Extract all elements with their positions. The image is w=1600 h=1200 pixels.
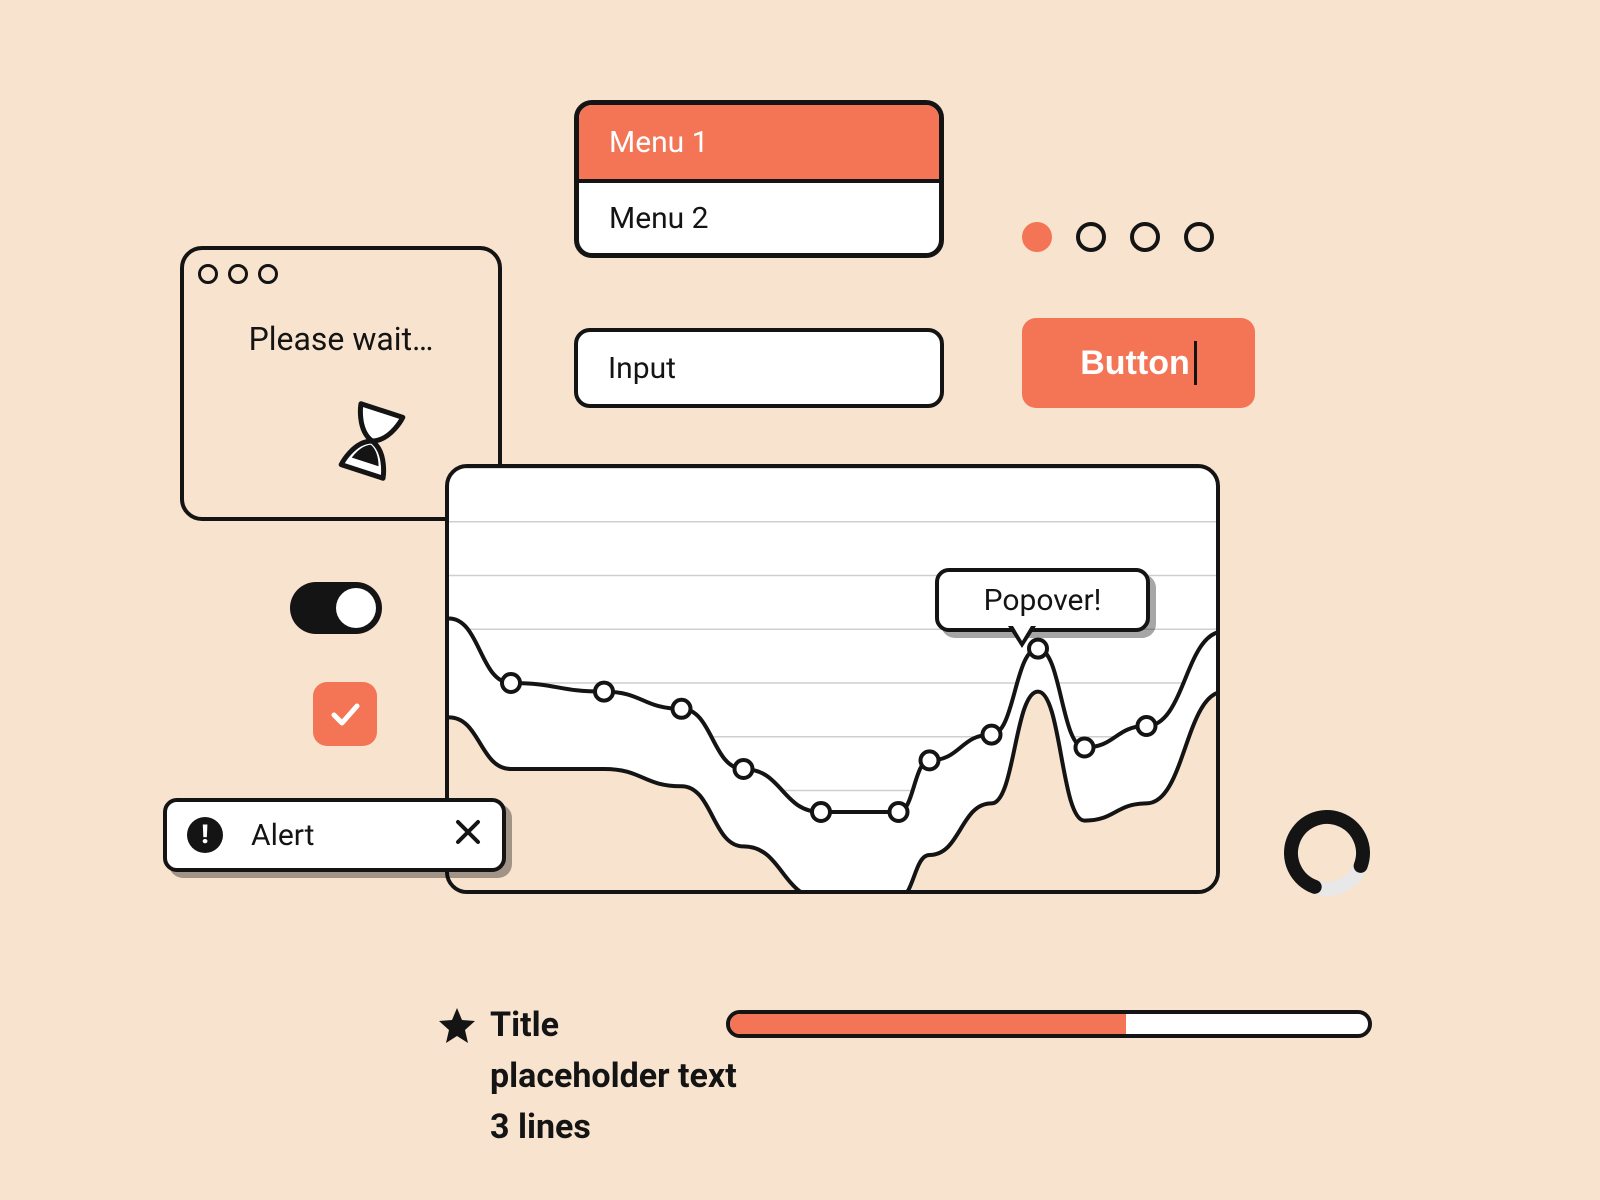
progress-fill: [730, 1014, 1126, 1034]
button-label: Button: [1080, 344, 1190, 383]
exclaim-icon: !: [187, 817, 223, 853]
toggle-switch[interactable]: [290, 582, 382, 634]
menu: Menu 1 Menu 2: [574, 100, 944, 258]
alert-banner: ! Alert: [163, 798, 506, 872]
ui-kit-stage: Please wait… Menu 1 Menu 2 Input Button …: [0, 0, 1600, 1200]
page-dot[interactable]: [1184, 222, 1214, 252]
text-cursor-icon: [1194, 341, 1197, 385]
hourglass-icon: [334, 398, 410, 484]
page-dot[interactable]: [1130, 222, 1160, 252]
area-chart: [449, 468, 1220, 894]
title-line: 3 lines: [490, 1102, 737, 1153]
check-icon: [327, 696, 363, 732]
wait-text: Please wait…: [184, 320, 498, 358]
traffic-light-icon[interactable]: [258, 264, 278, 284]
primary-button[interactable]: Button: [1022, 318, 1255, 408]
popover-text: Popover!: [984, 583, 1102, 618]
spinner-icon: [1282, 808, 1372, 898]
text-input[interactable]: Input: [574, 328, 944, 408]
close-icon[interactable]: [454, 818, 482, 852]
title-block: Title placeholder text 3 lines: [438, 1000, 737, 1153]
menu-item-1[interactable]: Menu 1: [579, 105, 939, 179]
title-line: Title: [490, 1000, 737, 1051]
page-dot[interactable]: [1022, 222, 1052, 252]
traffic-light-icon[interactable]: [198, 264, 218, 284]
page-dot[interactable]: [1076, 222, 1106, 252]
progress-bar: [726, 1010, 1372, 1038]
pagination-dots: [1022, 222, 1214, 252]
checkbox[interactable]: [313, 682, 377, 746]
star-icon: [438, 1006, 476, 1044]
title-line: placeholder text: [490, 1051, 737, 1102]
menu-item-label: Menu 2: [609, 201, 709, 236]
toggle-knob: [336, 588, 376, 628]
chart-panel: [445, 464, 1220, 894]
alert-text: Alert: [251, 818, 315, 853]
input-placeholder: Input: [608, 351, 676, 386]
popover: Popover!: [935, 568, 1150, 632]
window-traffic-lights: [198, 264, 278, 284]
menu-item-label: Menu 1: [609, 125, 709, 160]
menu-item-2[interactable]: Menu 2: [579, 179, 939, 253]
title-text: Title placeholder text 3 lines: [490, 1000, 737, 1153]
popover-tail-icon: [1008, 626, 1036, 648]
traffic-light-icon[interactable]: [228, 264, 248, 284]
